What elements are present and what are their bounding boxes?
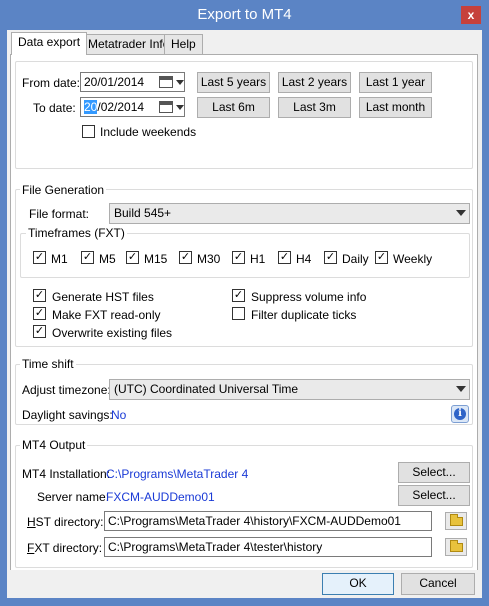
suppress-volume-checkbox[interactable]: ✓ xyxy=(232,289,245,302)
timeframe-m30-label: M30 xyxy=(197,252,221,266)
timeframe-h4-label: H4 xyxy=(296,252,312,266)
last-2-years-button[interactable]: Last 2 years xyxy=(278,72,351,93)
mt4-output-title: MT4 Output xyxy=(20,438,88,452)
cancel-button[interactable]: Cancel xyxy=(401,573,475,595)
from-date-picker[interactable]: 20/01/2014 xyxy=(80,72,185,92)
last-3m-button[interactable]: Last 3m xyxy=(278,97,351,118)
to-date-value-rest: /02/2014 xyxy=(97,100,145,114)
window-title: Export to MT4 xyxy=(197,6,292,23)
mt4-installation-value[interactable]: C:\Programs\MetaTrader 4 xyxy=(106,467,248,481)
include-weekends-label: Include weekends xyxy=(100,125,197,139)
file-format-value: Build 545+ xyxy=(114,206,172,220)
to-date-day-selected: 20 xyxy=(84,100,98,114)
timeframes-title: Timeframes (FXT) xyxy=(26,226,127,240)
overwrite-existing-checkbox[interactable]: ✓ xyxy=(33,325,46,338)
chevron-down-icon xyxy=(456,210,466,216)
daylight-savings-value[interactable]: No xyxy=(111,408,126,422)
fxt-browse-button[interactable] xyxy=(445,538,467,556)
info-icon[interactable]: i xyxy=(451,405,469,423)
timeframe-daily-label: Daily xyxy=(342,252,369,266)
folder-icon xyxy=(450,540,463,552)
fxt-directory-input[interactable]: C:\Programs\MetaTrader 4\tester\history xyxy=(104,537,432,557)
from-date-value: 20/01/2014 xyxy=(84,75,145,89)
timeframe-m5-label: M5 xyxy=(99,252,116,266)
last-6m-button[interactable]: Last 6m xyxy=(197,97,270,118)
close-icon: x xyxy=(467,8,475,22)
time-shift-title: Time shift xyxy=(20,357,76,371)
timezone-value: (UTC) Coordinated Universal Time xyxy=(114,382,299,396)
to-date-label: To date: xyxy=(33,101,76,115)
timezone-select[interactable]: (UTC) Coordinated Universal Time xyxy=(109,379,470,400)
timeframe-m1-checkbox[interactable]: ✓ xyxy=(33,251,46,264)
fxt-directory-label-rest: XT directory: xyxy=(34,541,103,555)
tab-panel-data-export: From date: 20/01/2014 To date: 20/02/201… xyxy=(10,54,478,593)
timeframe-m1-label: M1 xyxy=(51,252,68,266)
ok-button[interactable]: OK xyxy=(322,573,394,595)
hst-directory-accel: H xyxy=(27,515,36,529)
generate-hst-label: Generate HST files xyxy=(52,290,154,304)
from-date-label: From date: xyxy=(22,76,81,90)
timeframe-h4-checkbox[interactable]: ✓ xyxy=(278,251,291,264)
dialog-window: Export to MT4 x Data export Metatrader I… xyxy=(0,0,489,606)
file-format-select[interactable]: Build 545+ xyxy=(109,203,470,224)
mt4-installation-label: MT4 Installation: xyxy=(22,467,111,481)
title-bar[interactable]: Export to MT4 x xyxy=(0,0,489,30)
dialog-footer: OK Cancel xyxy=(7,570,482,598)
timeframe-h1-label: H1 xyxy=(250,252,266,266)
file-format-label: File format: xyxy=(29,207,90,221)
hst-directory-label: HST directory: xyxy=(27,515,103,529)
timeframe-m5-checkbox[interactable]: ✓ xyxy=(81,251,94,264)
make-fxt-readonly-checkbox[interactable]: ✓ xyxy=(33,307,46,320)
timeframe-weekly-label: Weekly xyxy=(393,252,433,266)
select-server-button[interactable]: Select... xyxy=(398,485,470,506)
overwrite-existing-label: Overwrite existing files xyxy=(52,326,173,340)
timeframe-h1-checkbox[interactable]: ✓ xyxy=(232,251,245,264)
last-1-year-button[interactable]: Last 1 year xyxy=(359,72,432,93)
timeframe-m30-checkbox[interactable]: ✓ xyxy=(179,251,192,264)
hst-directory-label-rest: ST directory: xyxy=(35,515,104,529)
server-name-value[interactable]: FXCM-AUDDemo01 xyxy=(106,490,215,504)
timeframe-m15-label: M15 xyxy=(144,252,168,266)
calendar-icon xyxy=(159,101,173,113)
last-month-button[interactable]: Last month xyxy=(359,97,432,118)
suppress-volume-label: Suppress volume info xyxy=(251,290,367,304)
make-fxt-readonly-label: Make FXT read-only xyxy=(52,308,161,322)
server-name-label: Server name: xyxy=(37,490,110,504)
tab-metatrader-info[interactable]: Metatrader Info xyxy=(81,34,177,54)
filter-duplicate-label: Filter duplicate ticks xyxy=(251,308,357,322)
to-date-picker[interactable]: 20/02/2014 xyxy=(80,97,185,117)
info-icon-glyph: i xyxy=(454,408,466,420)
calendar-icon xyxy=(159,76,173,88)
adjust-timezone-label: Adjust timezone: xyxy=(22,383,111,397)
include-weekends-checkbox[interactable] xyxy=(82,125,95,138)
dialog-client: Data export Metatrader Info Help From da… xyxy=(7,30,482,598)
timeframe-m15-checkbox[interactable]: ✓ xyxy=(126,251,139,264)
fxt-directory-label: FXT directory: xyxy=(27,541,102,555)
generate-hst-checkbox[interactable]: ✓ xyxy=(33,289,46,302)
hst-directory-input[interactable]: C:\Programs\MetaTrader 4\history\FXCM-AU… xyxy=(104,511,432,531)
folder-icon xyxy=(450,514,463,526)
daylight-savings-label: Daylight savings: xyxy=(22,408,113,422)
chevron-down-icon xyxy=(176,80,184,85)
chevron-down-icon xyxy=(456,386,466,392)
file-generation-title: File Generation xyxy=(20,183,107,197)
tab-data-export[interactable]: Data export xyxy=(11,32,88,55)
timeframe-weekly-checkbox[interactable]: ✓ xyxy=(375,251,388,264)
hst-browse-button[interactable] xyxy=(445,512,467,530)
tab-help[interactable]: Help xyxy=(164,34,203,54)
timeframe-daily-checkbox[interactable]: ✓ xyxy=(324,251,337,264)
select-installation-button[interactable]: Select... xyxy=(398,462,470,483)
close-button[interactable]: x xyxy=(461,6,481,24)
chevron-down-icon xyxy=(176,105,184,110)
filter-duplicate-checkbox[interactable] xyxy=(232,307,245,320)
last-5-years-button[interactable]: Last 5 years xyxy=(197,72,270,93)
